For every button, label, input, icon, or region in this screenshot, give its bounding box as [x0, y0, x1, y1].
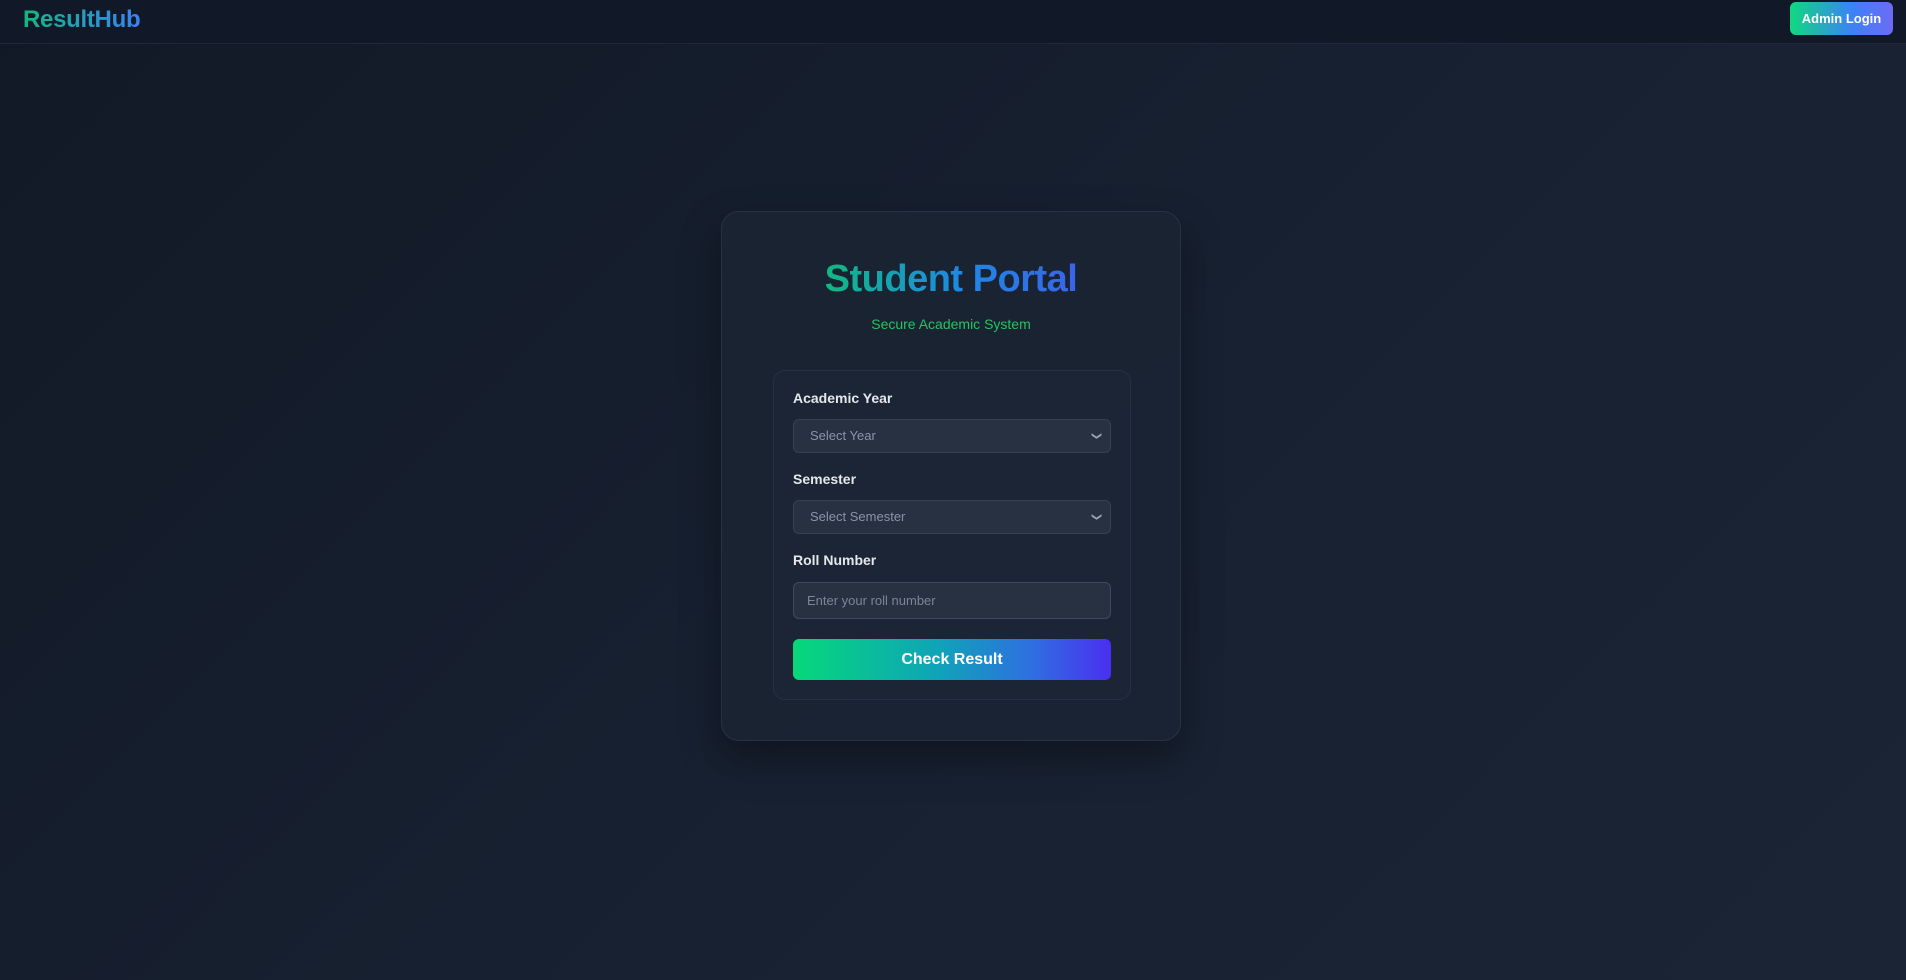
roll-number-input[interactable] — [793, 582, 1111, 619]
result-form: Academic Year Select Year ❯ Semester Sel… — [773, 370, 1131, 700]
semester-select[interactable]: Select Semester ❯ — [793, 500, 1111, 534]
chevron-down-icon: ❯ — [1090, 512, 1102, 522]
page-subtitle: Secure Academic System — [871, 316, 1031, 332]
semester-value: Select Semester — [810, 509, 906, 524]
academic-year-value: Select Year — [810, 428, 876, 443]
academic-year-select[interactable]: Select Year ❯ — [793, 419, 1111, 453]
semester-label: Semester — [793, 471, 857, 487]
student-portal-card: Student Portal Secure Academic System Ac… — [721, 211, 1181, 741]
brand-logo[interactable]: ResultHub — [23, 6, 141, 34]
admin-login-button[interactable]: Admin Login — [1790, 2, 1893, 35]
chevron-down-icon: ❯ — [1090, 431, 1102, 441]
check-result-button[interactable]: Check Result — [793, 639, 1111, 680]
roll-number-label: Roll Number — [793, 552, 877, 568]
top-navbar: ResultHub Admin Login — [0, 0, 1906, 44]
academic-year-label: Academic Year — [793, 390, 893, 406]
page-title: Student Portal — [722, 256, 1180, 302]
page-title-text: Student Portal — [824, 258, 1078, 300]
